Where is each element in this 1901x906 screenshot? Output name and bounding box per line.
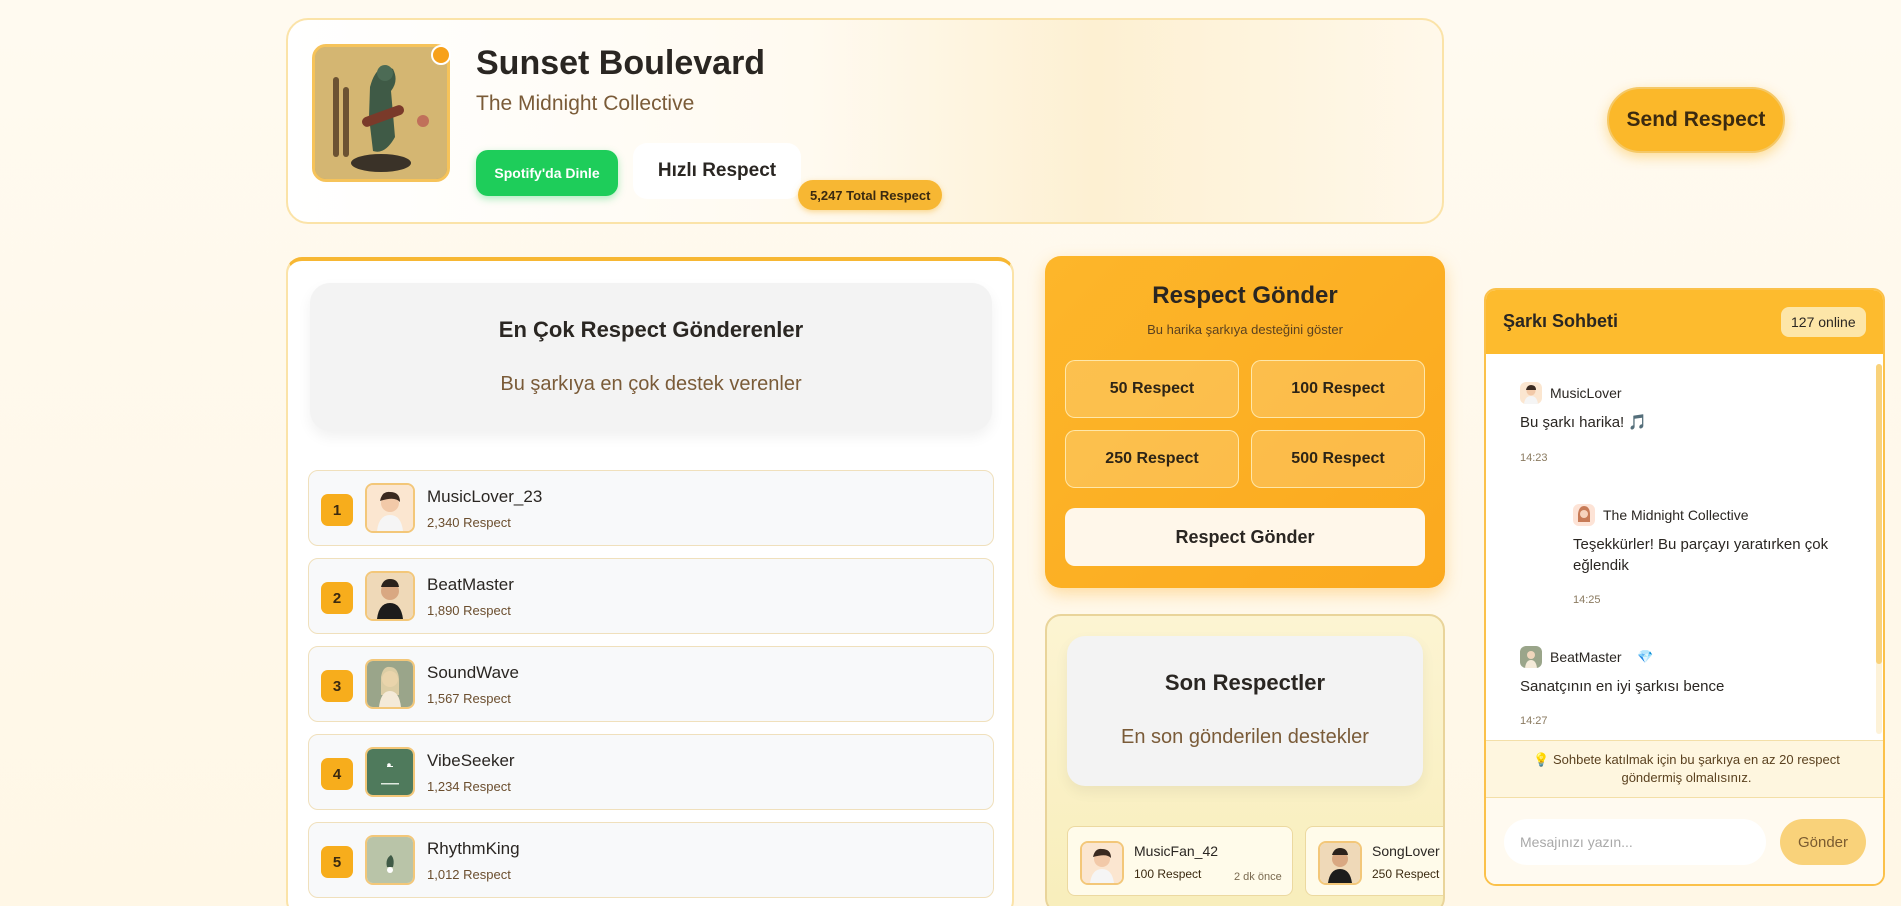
rank-user-score: 2,340 Respect	[427, 515, 511, 530]
rank-user-name: MusicLover_23	[427, 487, 543, 506]
amount-option-250[interactable]: 250 Respect	[1065, 430, 1239, 488]
recent-time: 2 dk önce	[1234, 871, 1282, 883]
send-respect-submit-button[interactable]: Respect Gönder	[1065, 508, 1425, 566]
chat-message-text: Teşekkürler! Bu parçayı yaratırken çok e…	[1573, 536, 1829, 574]
chat-send-button[interactable]: Gönder	[1780, 819, 1866, 865]
avatar	[365, 659, 415, 709]
leaderboard-row[interactable]: 3 SoundWave 1,567 Respect	[308, 646, 994, 722]
chat-message-author: MusicLover	[1550, 385, 1622, 401]
online-count-badge: 127 online	[1781, 307, 1866, 337]
spotify-listen-button[interactable]: Spotify'da Dinle	[476, 150, 618, 196]
recent-respects-card: Son Respectler En son gönderilen destekl…	[1045, 614, 1445, 906]
avatar	[365, 747, 415, 797]
rank-user-name: BeatMaster	[427, 575, 514, 594]
avatar	[1520, 646, 1542, 668]
leaderboard-row[interactable]: 4 VibeSeeker 1,234 Respect	[308, 734, 994, 810]
chat-message-text: Sanatçının en iyi şarkısı bence	[1520, 678, 1725, 695]
album-art	[312, 44, 450, 182]
song-header-card: Sunset Boulevard The Midnight Collective…	[286, 18, 1444, 224]
chat-join-requirement-notice: 💡 Sohbete katılmak için bu şarkıya en az…	[1486, 740, 1883, 798]
avatar	[365, 835, 415, 885]
avatar	[365, 571, 415, 621]
rank-number: 1	[321, 494, 353, 526]
recent-respect-item: MusicFan_42 100 Respect 2 dk önce	[1067, 826, 1293, 896]
leaderboard-row[interactable]: 1 MusicLover_23 2,340 Respect	[308, 470, 994, 546]
leaderboard-header: En Çok Respect Gönderenler Bu şarkıya en…	[310, 283, 992, 431]
rank-user-score: 1,890 Respect	[427, 603, 511, 618]
chat-message-time: 14:27	[1520, 715, 1548, 727]
avatar	[1520, 382, 1542, 404]
chat-header: Şarkı Sohbeti 127 online	[1486, 290, 1883, 354]
chat-message-time: 14:25	[1573, 594, 1601, 606]
song-title: Sunset Boulevard	[476, 44, 766, 82]
leaderboard-subtitle: Bu şarkıya en çok destek verenler	[500, 373, 802, 395]
leaderboard-row[interactable]: 2 BeatMaster 1,890 Respect	[308, 558, 994, 634]
leaderboard-row[interactable]: 5 RhythmKing 1,012 Respect	[308, 822, 994, 898]
recent-respect-item: SongLover 250 Respect	[1305, 826, 1443, 896]
recent-amount: 100 Respect	[1134, 867, 1202, 881]
diamond-badge-icon: 💎	[1637, 649, 1654, 664]
rank-number: 5	[321, 846, 353, 878]
chat-title: Şarkı Sohbeti	[1503, 311, 1619, 331]
recent-user-name: SongLover	[1372, 843, 1440, 859]
chat-message-text: Bu şarkı harika! 🎵	[1520, 414, 1648, 431]
avatar	[1080, 841, 1124, 885]
send-respect-panel: Respect Gönder Bu harika şarkıya desteği…	[1045, 256, 1445, 588]
avatar	[1573, 504, 1595, 526]
leaderboard-title: En Çok Respect Gönderenler	[498, 317, 804, 342]
send-panel-title: Respect Gönder	[1152, 282, 1338, 309]
recent-amount: 250 Respect	[1372, 867, 1440, 881]
leaderboard-card: En Çok Respect Gönderenler Bu şarkıya en…	[286, 257, 1014, 906]
rank-user-name: SoundWave	[427, 663, 519, 682]
rank-number: 2	[321, 582, 353, 614]
album-badge-dot	[431, 45, 451, 65]
rank-user-name: RhythmKing	[427, 839, 520, 858]
amount-option-50[interactable]: 50 Respect	[1065, 360, 1239, 418]
recent-respects-header: Son Respectler En son gönderilen destekl…	[1067, 636, 1423, 786]
rank-user-name: VibeSeeker	[427, 751, 515, 770]
send-panel-subtitle: Bu harika şarkıya desteğini göster	[1147, 322, 1343, 337]
chat-input-bar: Gönder	[1486, 798, 1883, 884]
avatar	[1318, 841, 1362, 885]
chat-messages[interactable]: MusicLover Bu şarkı harika! 🎵 14:23 The …	[1486, 354, 1883, 740]
rank-number: 3	[321, 670, 353, 702]
rank-user-score: 1,012 Respect	[427, 867, 511, 882]
quick-respect-button[interactable]: Hızlı Respect	[633, 143, 801, 199]
amount-option-100[interactable]: 100 Respect	[1251, 360, 1425, 418]
total-respect-badge: 5,247 Total Respect	[798, 180, 943, 210]
rank-user-score: 1,567 Respect	[427, 691, 511, 706]
recent-user-name: MusicFan_42	[1134, 843, 1219, 859]
avatar	[365, 483, 415, 533]
chat-message-input[interactable]	[1504, 819, 1766, 865]
amount-option-500[interactable]: 500 Respect	[1251, 430, 1425, 488]
rank-number: 4	[321, 758, 353, 790]
recent-respects-subtitle: En son gönderilen destekler	[1121, 726, 1369, 748]
chat-message-author: BeatMaster	[1550, 649, 1622, 665]
artist-name: The Midnight Collective	[476, 92, 695, 115]
chat-scrollbar-thumb[interactable]	[1876, 364, 1882, 664]
chat-message-time: 14:23	[1520, 452, 1548, 464]
recent-respects-title: Son Respectler	[1164, 670, 1326, 695]
rank-user-score: 1,234 Respect	[427, 779, 511, 794]
song-chat-panel: Şarkı Sohbeti 127 online MusicLover Bu ş…	[1484, 288, 1885, 886]
chat-message-author: The Midnight Collective	[1603, 507, 1749, 523]
send-respect-button[interactable]: Send Respect	[1607, 87, 1785, 153]
